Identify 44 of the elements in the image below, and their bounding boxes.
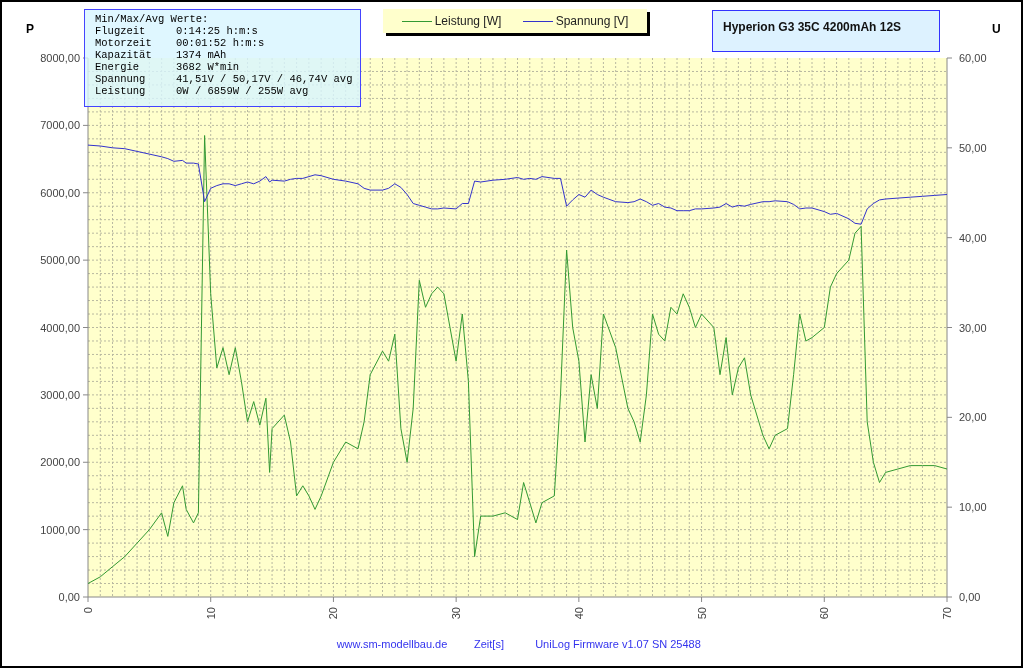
- axis-tick-label: 50: [695, 607, 708, 620]
- stats-value: 00:01:52 h:m:s: [176, 37, 265, 49]
- axis-tick-label: 1000,00: [40, 523, 80, 536]
- stats-value: 1374 mAh: [176, 49, 227, 61]
- axis-tick-label: 3000,00: [40, 388, 80, 401]
- axis-tick-label: 5000,00: [40, 254, 80, 267]
- axis-tick-label: 7000,00: [40, 119, 80, 132]
- axis-tick-label: 30,00: [959, 321, 987, 334]
- stats-label: Energie: [95, 61, 141, 73]
- firmware-label: UniLog Firmware v1.07 SN 25488: [535, 638, 701, 650]
- stats-label: Spannung: [95, 73, 147, 85]
- axis-tick-label: 0,00: [959, 591, 981, 603]
- axis-tick-label: 8000,00: [40, 52, 80, 64]
- axis-tick-label: 6000,00: [40, 186, 80, 199]
- stats-value: 0:14:25 h:m:s: [176, 25, 258, 37]
- stats-value: 3682 W*min: [176, 61, 239, 73]
- axis-tick-label: 10: [204, 607, 217, 620]
- stats-label: Flugzeit: [95, 25, 147, 37]
- stats-value: 0W / 6859W / 255W avg: [176, 85, 309, 97]
- axis-tick-label: 30: [450, 607, 463, 620]
- stats-title: Min/Max/Avg Werte:: [95, 13, 210, 25]
- axis-title: U: [992, 22, 1001, 36]
- axis-tick-label: 2000,00: [40, 456, 80, 469]
- stats-label: Kapazität: [95, 49, 153, 61]
- axis-tick-label: 0,00: [58, 591, 80, 603]
- axis-tick-label: 20,00: [959, 411, 987, 424]
- stats-value: 41,51V / 50,17V / 46,74V avg: [176, 73, 353, 85]
- axis-tick-label: 0: [82, 607, 94, 614]
- axis-tick-label: 60: [818, 607, 831, 620]
- axis-tick-label: 40,00: [959, 231, 987, 244]
- axis-title: P: [26, 22, 34, 36]
- axis-tick-label: 50,00: [959, 141, 987, 154]
- axis-tick-label: 40: [572, 607, 585, 620]
- battery-title: Hyperion G3 35C 4200mAh 12S: [723, 20, 902, 34]
- axis-tick-label: 70: [941, 607, 953, 620]
- legend-label: Leistung [W]: [434, 14, 502, 28]
- stats-label: Leistung: [95, 85, 147, 97]
- legend-label: Spannung [V]: [555, 14, 629, 28]
- axis-tick-label: 20: [327, 607, 340, 620]
- axis-tick-label: 4000,00: [40, 321, 80, 334]
- axis-tick-label: 60,00: [959, 52, 987, 64]
- stats-label: Motorzeit: [95, 37, 153, 49]
- axis-title: Zeit[s]: [474, 638, 504, 650]
- axis-tick-label: 10,00: [959, 501, 987, 514]
